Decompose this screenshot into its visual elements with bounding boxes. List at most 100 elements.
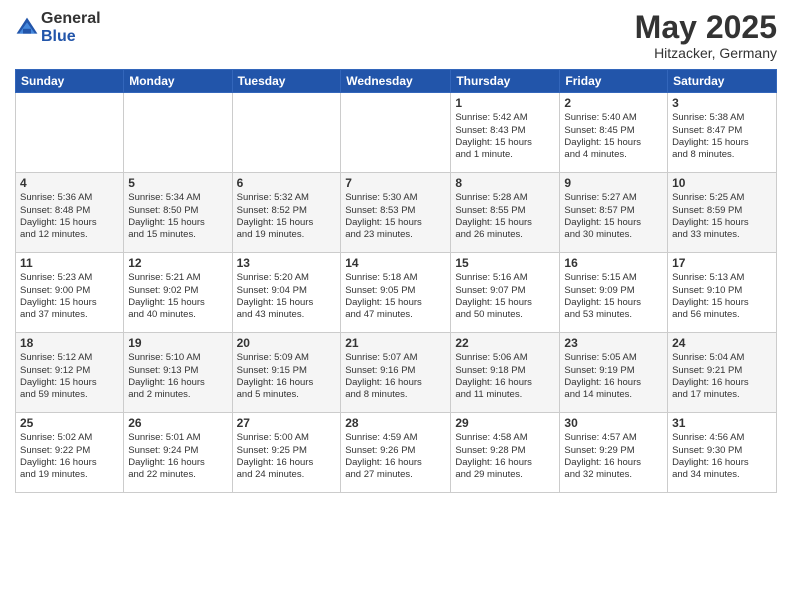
table-row: 8 Sunrise: 5:28 AM Sunset: 8:55 PM Daylig… (451, 173, 560, 253)
table-row: 6 Sunrise: 5:32 AM Sunset: 8:52 PM Daylig… (232, 173, 341, 253)
day-info: Sunrise: 5:15 AM Sunset: 9:09 PM Dayligh… (564, 272, 663, 321)
day-number: 15 (455, 256, 555, 270)
day-info: Sunrise: 5:10 AM Sunset: 9:13 PM Dayligh… (128, 352, 227, 401)
logo-icon (15, 16, 39, 40)
title-area: May 2025 Hitzacker, Germany (635, 10, 777, 61)
day-info: Sunrise: 5:01 AM Sunset: 9:24 PM Dayligh… (128, 432, 227, 481)
day-info: Sunrise: 5:21 AM Sunset: 9:02 PM Dayligh… (128, 272, 227, 321)
week-row-5: 25 Sunrise: 5:02 AM Sunset: 9:22 PM Dayli… (16, 413, 777, 493)
day-number: 21 (345, 336, 446, 350)
day-info: Sunrise: 5:12 AM Sunset: 9:12 PM Dayligh… (20, 352, 119, 401)
day-number: 2 (564, 96, 663, 110)
table-row: 18 Sunrise: 5:12 AM Sunset: 9:12 PM Dayli… (16, 333, 124, 413)
table-row: 4 Sunrise: 5:36 AM Sunset: 8:48 PM Daylig… (16, 173, 124, 253)
col-sunday: Sunday (16, 70, 124, 93)
day-number: 27 (237, 416, 337, 430)
table-row: 11 Sunrise: 5:23 AM Sunset: 9:00 PM Dayli… (16, 253, 124, 333)
col-friday: Friday (560, 70, 668, 93)
day-number: 4 (20, 176, 119, 190)
week-row-3: 11 Sunrise: 5:23 AM Sunset: 9:00 PM Dayli… (16, 253, 777, 333)
day-info: Sunrise: 5:32 AM Sunset: 8:52 PM Dayligh… (237, 192, 337, 241)
day-info: Sunrise: 5:00 AM Sunset: 9:25 PM Dayligh… (237, 432, 337, 481)
day-info: Sunrise: 5:28 AM Sunset: 8:55 PM Dayligh… (455, 192, 555, 241)
col-thursday: Thursday (451, 70, 560, 93)
header-row: Sunday Monday Tuesday Wednesday Thursday… (16, 70, 777, 93)
day-number: 22 (455, 336, 555, 350)
table-row: 9 Sunrise: 5:27 AM Sunset: 8:57 PM Daylig… (560, 173, 668, 253)
day-number: 17 (672, 256, 772, 270)
table-row: 3Sunrise: 5:38 AM Sunset: 8:47 PM Daylig… (668, 93, 777, 173)
day-number: 31 (672, 416, 772, 430)
table-row: 24 Sunrise: 5:04 AM Sunset: 9:21 PM Dayli… (668, 333, 777, 413)
day-info: Sunrise: 5:42 AM Sunset: 8:43 PM Dayligh… (455, 112, 555, 161)
table-row: 7 Sunrise: 5:30 AM Sunset: 8:53 PM Daylig… (341, 173, 451, 253)
day-number: 25 (20, 416, 119, 430)
table-row: 15Sunrise: 5:16 AM Sunset: 9:07 PM Dayli… (451, 253, 560, 333)
day-info: Sunrise: 5:23 AM Sunset: 9:00 PM Dayligh… (20, 272, 119, 321)
day-number: 7 (345, 176, 446, 190)
day-info: Sunrise: 5:30 AM Sunset: 8:53 PM Dayligh… (345, 192, 446, 241)
table-row: 30 Sunrise: 4:57 AM Sunset: 9:29 PM Dayli… (560, 413, 668, 493)
day-number: 26 (128, 416, 227, 430)
col-wednesday: Wednesday (341, 70, 451, 93)
table-row: 19Sunrise: 5:10 AM Sunset: 9:13 PM Dayli… (124, 333, 232, 413)
day-number: 10 (672, 176, 772, 190)
table-row: 21 Sunrise: 5:07 AM Sunset: 9:16 PM Dayli… (341, 333, 451, 413)
day-number: 11 (20, 256, 119, 270)
day-number: 30 (564, 416, 663, 430)
day-number: 6 (237, 176, 337, 190)
table-row: 25 Sunrise: 5:02 AM Sunset: 9:22 PM Dayli… (16, 413, 124, 493)
day-number: 5 (128, 176, 227, 190)
table-row: 12 Sunrise: 5:21 AM Sunset: 9:02 PM Dayli… (124, 253, 232, 333)
logo-blue-text: Blue (41, 28, 101, 46)
col-monday: Monday (124, 70, 232, 93)
week-row-4: 18 Sunrise: 5:12 AM Sunset: 9:12 PM Dayli… (16, 333, 777, 413)
table-row (124, 93, 232, 173)
day-info: Sunrise: 5:07 AM Sunset: 9:16 PM Dayligh… (345, 352, 446, 401)
day-info: Sunrise: 5:34 AM Sunset: 8:50 PM Dayligh… (128, 192, 227, 241)
table-row (16, 93, 124, 173)
table-row: 23Sunrise: 5:05 AM Sunset: 9:19 PM Dayli… (560, 333, 668, 413)
table-row: 13Sunrise: 5:20 AM Sunset: 9:04 PM Dayli… (232, 253, 341, 333)
day-info: Sunrise: 5:36 AM Sunset: 8:48 PM Dayligh… (20, 192, 119, 241)
logo: General Blue (15, 10, 101, 45)
day-number: 16 (564, 256, 663, 270)
week-row-1: 1 Sunrise: 5:42 AM Sunset: 8:43 PM Daylig… (16, 93, 777, 173)
day-number: 3 (672, 96, 772, 110)
day-number: 1 (455, 96, 555, 110)
table-row: 29Sunrise: 4:58 AM Sunset: 9:28 PM Dayli… (451, 413, 560, 493)
day-info: Sunrise: 5:04 AM Sunset: 9:21 PM Dayligh… (672, 352, 772, 401)
day-info: Sunrise: 5:13 AM Sunset: 9:10 PM Dayligh… (672, 272, 772, 321)
day-number: 8 (455, 176, 555, 190)
day-number: 13 (237, 256, 337, 270)
table-row: 1 Sunrise: 5:42 AM Sunset: 8:43 PM Daylig… (451, 93, 560, 173)
day-info: Sunrise: 5:27 AM Sunset: 8:57 PM Dayligh… (564, 192, 663, 241)
day-number: 24 (672, 336, 772, 350)
day-number: 12 (128, 256, 227, 270)
logo-text: General Blue (41, 10, 101, 45)
table-row: 16 Sunrise: 5:15 AM Sunset: 9:09 PM Dayli… (560, 253, 668, 333)
day-info: Sunrise: 5:40 AM Sunset: 8:45 PM Dayligh… (564, 112, 663, 161)
table-row: 2 Sunrise: 5:40 AM Sunset: 8:45 PM Daylig… (560, 93, 668, 173)
table-row: 26 Sunrise: 5:01 AM Sunset: 9:24 PM Dayli… (124, 413, 232, 493)
day-info: Sunrise: 4:57 AM Sunset: 9:29 PM Dayligh… (564, 432, 663, 481)
day-number: 23 (564, 336, 663, 350)
week-row-2: 4 Sunrise: 5:36 AM Sunset: 8:48 PM Daylig… (16, 173, 777, 253)
table-row: 20Sunrise: 5:09 AM Sunset: 9:15 PM Dayli… (232, 333, 341, 413)
table-row: 27 Sunrise: 5:00 AM Sunset: 9:25 PM Dayli… (232, 413, 341, 493)
location-subtitle: Hitzacker, Germany (635, 45, 777, 61)
table-row: 14Sunrise: 5:18 AM Sunset: 9:05 PM Dayli… (341, 253, 451, 333)
table-row: 22Sunrise: 5:06 AM Sunset: 9:18 PM Dayli… (451, 333, 560, 413)
col-tuesday: Tuesday (232, 70, 341, 93)
table-row (341, 93, 451, 173)
day-info: Sunrise: 4:56 AM Sunset: 9:30 PM Dayligh… (672, 432, 772, 481)
day-info: Sunrise: 4:59 AM Sunset: 9:26 PM Dayligh… (345, 432, 446, 481)
day-info: Sunrise: 5:02 AM Sunset: 9:22 PM Dayligh… (20, 432, 119, 481)
day-number: 18 (20, 336, 119, 350)
month-title: May 2025 (635, 10, 777, 45)
table-row: 5 Sunrise: 5:34 AM Sunset: 8:50 PM Daylig… (124, 173, 232, 253)
day-number: 29 (455, 416, 555, 430)
col-saturday: Saturday (668, 70, 777, 93)
logo-general-text: General (41, 10, 101, 28)
day-number: 9 (564, 176, 663, 190)
